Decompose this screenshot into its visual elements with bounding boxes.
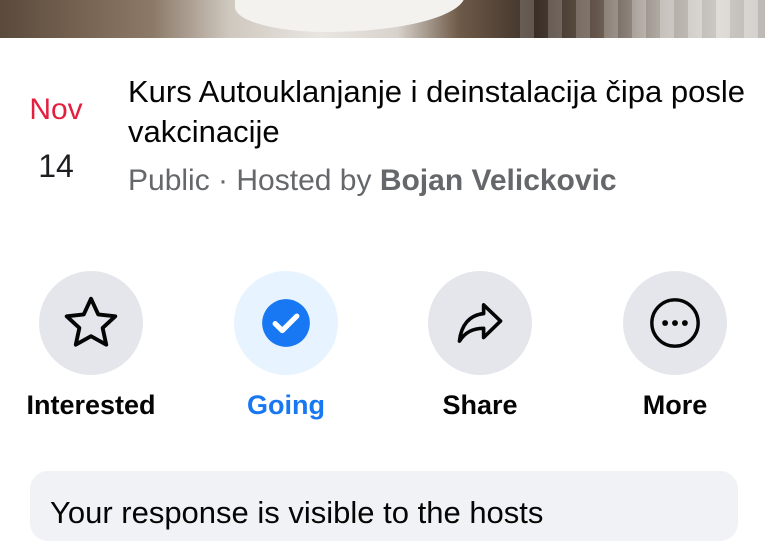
- more-dots-icon: [650, 298, 700, 348]
- share-circle[interactable]: [428, 271, 532, 375]
- share-arrow-icon: [457, 303, 503, 343]
- meta-separator: ·: [209, 164, 237, 197]
- interested-button[interactable]: Interested: [6, 271, 176, 422]
- response-visibility-notice: Your response is visible to the hosts: [30, 471, 738, 541]
- cover-photo-cloth: [235, 0, 465, 32]
- share-button[interactable]: Share: [395, 271, 565, 422]
- event-date: Nov 14: [22, 92, 90, 186]
- hosted-by-prefix: Hosted by: [236, 164, 380, 197]
- event-privacy: Public: [128, 164, 210, 197]
- going-button[interactable]: Going: [201, 271, 371, 422]
- interested-circle[interactable]: [39, 271, 143, 375]
- event-date-day: 14: [38, 148, 74, 184]
- event-info: Kurs Autouklanjanje i deinstalacija čipa…: [128, 72, 748, 201]
- more-circle[interactable]: [623, 271, 727, 375]
- more-label: More: [642, 390, 708, 420]
- cover-photo-shade: [520, 0, 765, 38]
- event-date-month: Nov: [29, 93, 83, 126]
- event-title: Kurs Autouklanjanje i deinstalacija čipa…: [128, 74, 745, 149]
- interested-label: Interested: [26, 390, 156, 420]
- star-icon: [64, 296, 118, 347]
- event-cover-photo[interactable]: [0, 0, 765, 38]
- event-actions: Interested Going Share More: [0, 271, 765, 431]
- response-visibility-text: Your response is visible to the hosts: [50, 495, 544, 530]
- share-label: Share: [442, 390, 518, 420]
- check-circle-icon: [262, 299, 310, 347]
- event-host-name[interactable]: Bojan Velickovic: [380, 164, 617, 197]
- more-button[interactable]: More: [590, 271, 760, 422]
- going-circle[interactable]: [234, 271, 338, 375]
- going-label: Going: [247, 390, 325, 420]
- event-meta: Public · Hosted by Bojan Velickovic: [128, 161, 748, 201]
